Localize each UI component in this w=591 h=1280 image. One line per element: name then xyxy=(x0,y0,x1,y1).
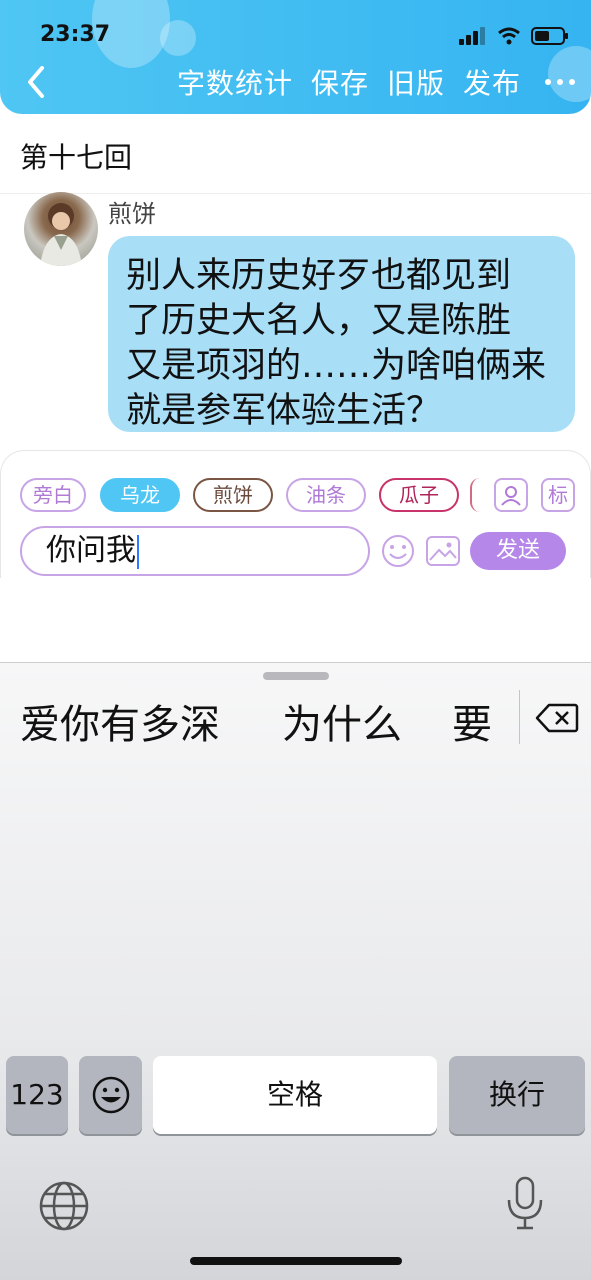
role-chip-youtiao[interactable]: 油条 xyxy=(286,478,366,512)
person-icon xyxy=(501,486,521,506)
chapter-title: 第十七回 xyxy=(20,141,133,174)
role-chip-wulong[interactable]: 乌龙 xyxy=(100,478,180,512)
message-line: 了历史大名人，又是陈胜 xyxy=(126,301,512,341)
divider xyxy=(519,690,520,744)
header-decoration xyxy=(160,20,196,56)
candidate-word[interactable]: 要 xyxy=(452,692,492,750)
character-button[interactable] xyxy=(494,478,528,512)
role-chip-narration[interactable]: 旁白 xyxy=(20,478,86,512)
send-button[interactable]: 发送 xyxy=(470,532,566,570)
status-time: 23:37 xyxy=(40,22,111,47)
battery-icon xyxy=(531,27,568,45)
globe-icon[interactable] xyxy=(38,1180,90,1232)
return-key[interactable]: 换行 xyxy=(449,1056,585,1134)
emoji-key[interactable] xyxy=(79,1056,142,1134)
wifi-icon xyxy=(498,27,520,45)
divider xyxy=(0,193,591,194)
smiley-icon xyxy=(92,1076,129,1114)
delete-icon[interactable] xyxy=(535,703,579,733)
old-version-button[interactable]: 旧版 xyxy=(387,62,445,102)
role-chip-guazi[interactable]: 瓜子 xyxy=(379,478,459,512)
home-indicator[interactable] xyxy=(190,1257,402,1265)
status-icons xyxy=(459,26,569,46)
tag-button[interactable]: 标 xyxy=(541,478,575,512)
numbers-key[interactable]: 123 xyxy=(6,1056,68,1134)
sender-name: 煎饼 xyxy=(108,200,156,228)
role-chip-partial[interactable] xyxy=(470,478,480,512)
space-key[interactable]: 空格 xyxy=(153,1056,437,1134)
more-icon[interactable] xyxy=(545,79,575,85)
candidate-word[interactable]: 爱你有多深 xyxy=(20,692,220,750)
avatar[interactable] xyxy=(24,192,98,266)
microphone-icon[interactable] xyxy=(505,1176,545,1232)
input-value: 你问我 xyxy=(46,533,136,568)
avatar-illustration xyxy=(40,203,82,266)
word-count-button[interactable]: 字数统计 xyxy=(177,62,293,102)
back-icon[interactable] xyxy=(20,62,54,102)
message-line: 又是项羽的……为啥咱俩来 xyxy=(126,346,547,386)
header-nav: 字数统计 保存 旧版 发布 xyxy=(177,62,575,102)
signal-icon xyxy=(459,27,485,45)
image-icon[interactable] xyxy=(426,536,460,566)
message-line: 就是参军体验生活？ xyxy=(126,391,442,431)
message-input[interactable]: 你问我 xyxy=(20,526,370,576)
role-chip-jianbing[interactable]: 煎饼 xyxy=(193,478,273,512)
save-button[interactable]: 保存 xyxy=(311,62,369,102)
publish-button[interactable]: 发布 xyxy=(463,62,521,102)
message-bubble: 别人来历史好歹也都见到 了历史大名人，又是陈胜 又是项羽的……为啥咱俩来 就是参… xyxy=(108,236,575,432)
emoji-icon[interactable] xyxy=(381,534,415,568)
message-line: 别人来历史好歹也都见到 xyxy=(126,256,512,296)
app-header: 23:37 字数统计 保存 旧版 发布 xyxy=(0,0,591,114)
text-caret xyxy=(137,534,139,569)
candidate-word[interactable]: 为什么 xyxy=(282,692,402,750)
keyboard-grip[interactable] xyxy=(263,672,329,680)
